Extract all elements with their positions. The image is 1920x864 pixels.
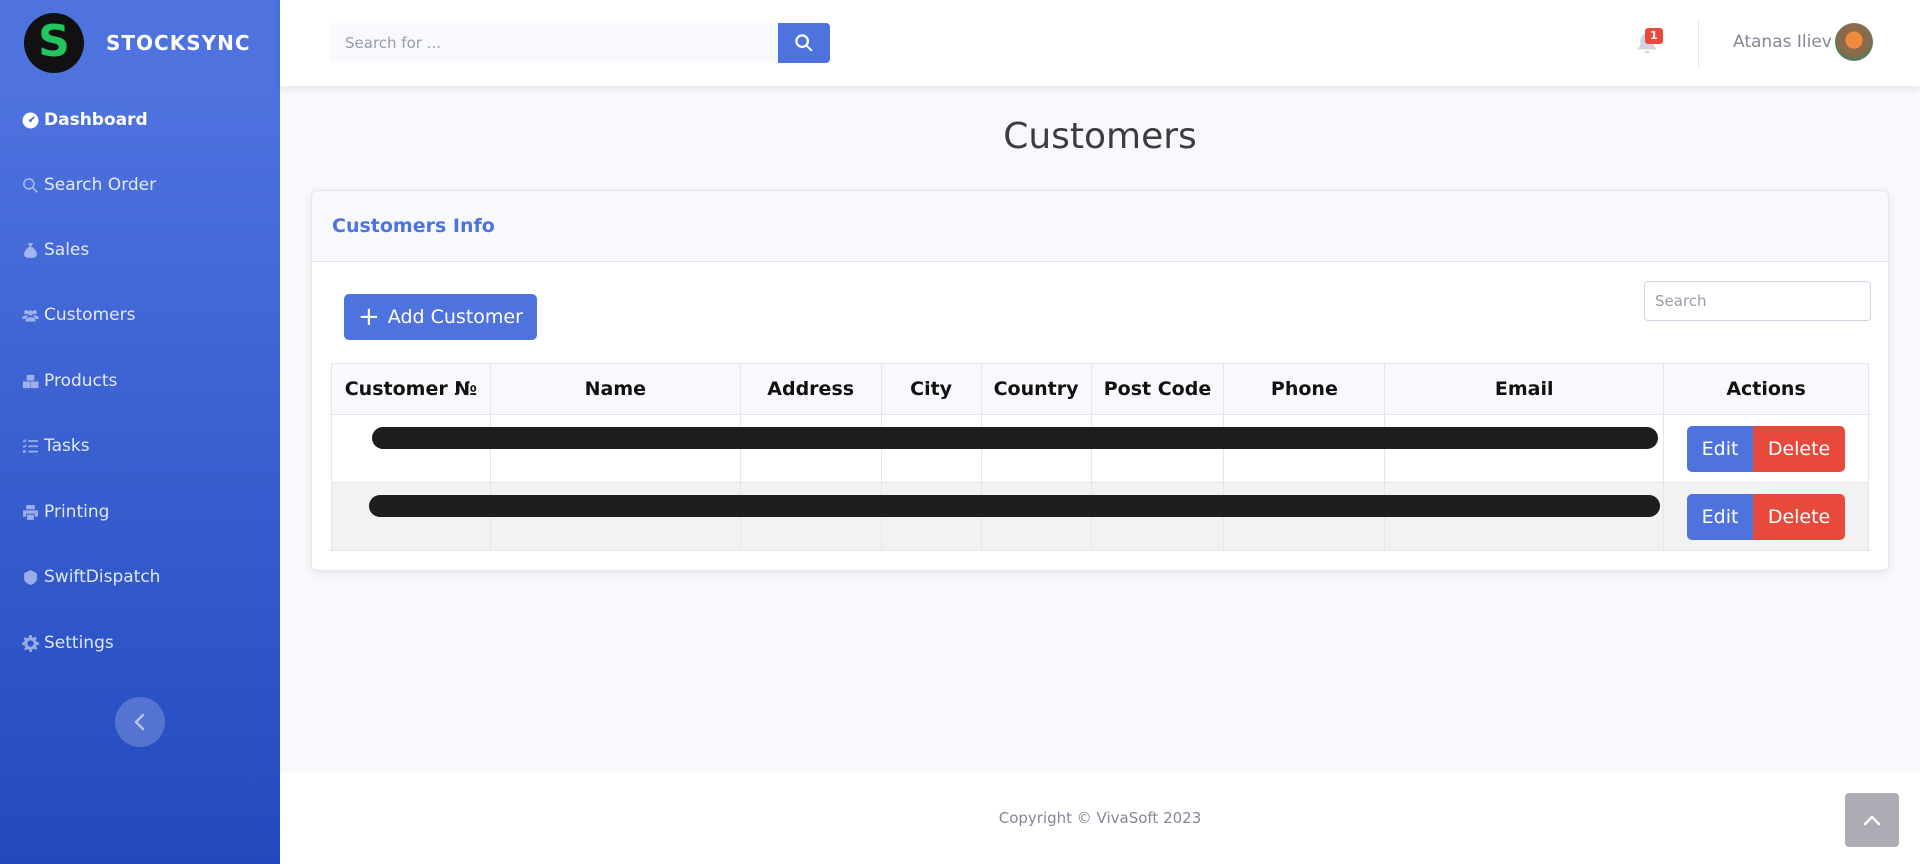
column-header[interactable]: Name [489,363,741,415]
task-list-icon [20,436,40,456]
footer: Copyright © VivaSoft 2023 [280,772,1920,864]
redaction-mark [369,495,1660,517]
brand[interactable]: S STOCKSYNC [0,0,280,86]
search-icon [20,175,40,195]
column-header[interactable]: Phone [1223,363,1386,415]
copyright-text: Copyright © VivaSoft 2023 [998,809,1202,827]
notification-badge: 1 [1645,28,1663,44]
dashboard-icon [20,110,40,130]
printer-icon [20,502,40,522]
sidebar-item-dashboard[interactable]: Dashboard [20,110,148,130]
customers-card: Customers Info + Add Customer Customer №… [311,190,1889,571]
table-search-input[interactable] [1644,281,1871,321]
sidebar-item-customers[interactable]: Customers [20,305,135,325]
user-name[interactable]: Atanas Iliev [1733,32,1832,52]
sidebar-item-label: Tasks [44,436,90,456]
sidebar-item-sales[interactable]: Sales [20,240,89,260]
sidebar-item-label: Sales [44,240,90,260]
brand-name: STOCKSYNC [106,31,251,55]
sidebar-item-label: Search Order [44,175,157,195]
page-title: Customers [1003,116,1197,157]
table-header-row: Customer № Name Address City Country Pos… [331,363,1869,415]
sidebar-item-label: Settings [44,633,114,653]
brand-logo: S [24,13,84,73]
plus-icon: + [358,302,380,332]
chevron-left-icon [134,713,145,731]
boxes-icon [20,371,40,391]
card-header: Customers Info [312,191,1888,262]
sidebar-item-printing[interactable]: Printing [20,502,109,522]
money-bag-icon [20,240,40,260]
sidebar-item-swiftdispatch[interactable]: SwiftDispatch [20,567,160,587]
topbar: 1 Atanas Iliev [280,0,1920,86]
column-header[interactable]: Actions [1663,363,1869,415]
column-header[interactable]: Email [1384,363,1665,415]
row-actions: Edit Delete [1663,482,1869,551]
delete-button[interactable]: Delete [1753,493,1846,540]
column-header[interactable]: Country [980,363,1092,415]
sidebar-item-label: Dashboard [44,110,148,130]
topbar-search [330,23,830,63]
add-customer-button[interactable]: + Add Customer [344,294,537,340]
topbar-divider [1698,21,1699,68]
sidebar: S STOCKSYNC Dashboard Search Order Sales… [0,0,280,864]
column-header[interactable]: Customer № [331,363,491,415]
chevron-up-icon [1863,815,1881,826]
sidebar-item-settings[interactable]: Settings [20,633,114,653]
truck-icon [20,567,40,587]
search-button[interactable] [778,23,830,63]
sidebar-item-products[interactable]: Products [20,371,117,391]
delete-button[interactable]: Delete [1753,425,1846,472]
sidebar-item-label: Customers [44,305,136,325]
search-icon [795,34,813,52]
avatar[interactable] [1835,23,1873,61]
add-customer-label: Add Customer [387,306,523,328]
sidebar-toggle-button[interactable] [115,697,165,747]
sidebar-item-label: Products [44,371,118,391]
sidebar-item-search-order[interactable]: Search Order [20,175,156,195]
search-input[interactable] [330,23,778,63]
edit-button[interactable]: Edit [1687,493,1754,540]
sidebar-item-label: SwiftDispatch [44,567,161,587]
column-header[interactable]: City [880,363,982,415]
sidebar-item-tasks[interactable]: Tasks [20,436,90,456]
gear-icon [20,633,40,653]
sidebar-item-label: Printing [44,502,110,522]
redaction-mark [372,427,1658,449]
column-header[interactable]: Post Code [1090,363,1225,415]
card-title: Customers Info [332,215,495,237]
users-icon [20,305,40,325]
edit-button[interactable]: Edit [1687,425,1754,472]
row-actions: Edit Delete [1663,414,1869,483]
customers-table: Customer № Name Address City Country Pos… [331,363,1869,551]
column-header[interactable]: Address [739,363,882,415]
scroll-to-top-button[interactable] [1845,793,1899,847]
